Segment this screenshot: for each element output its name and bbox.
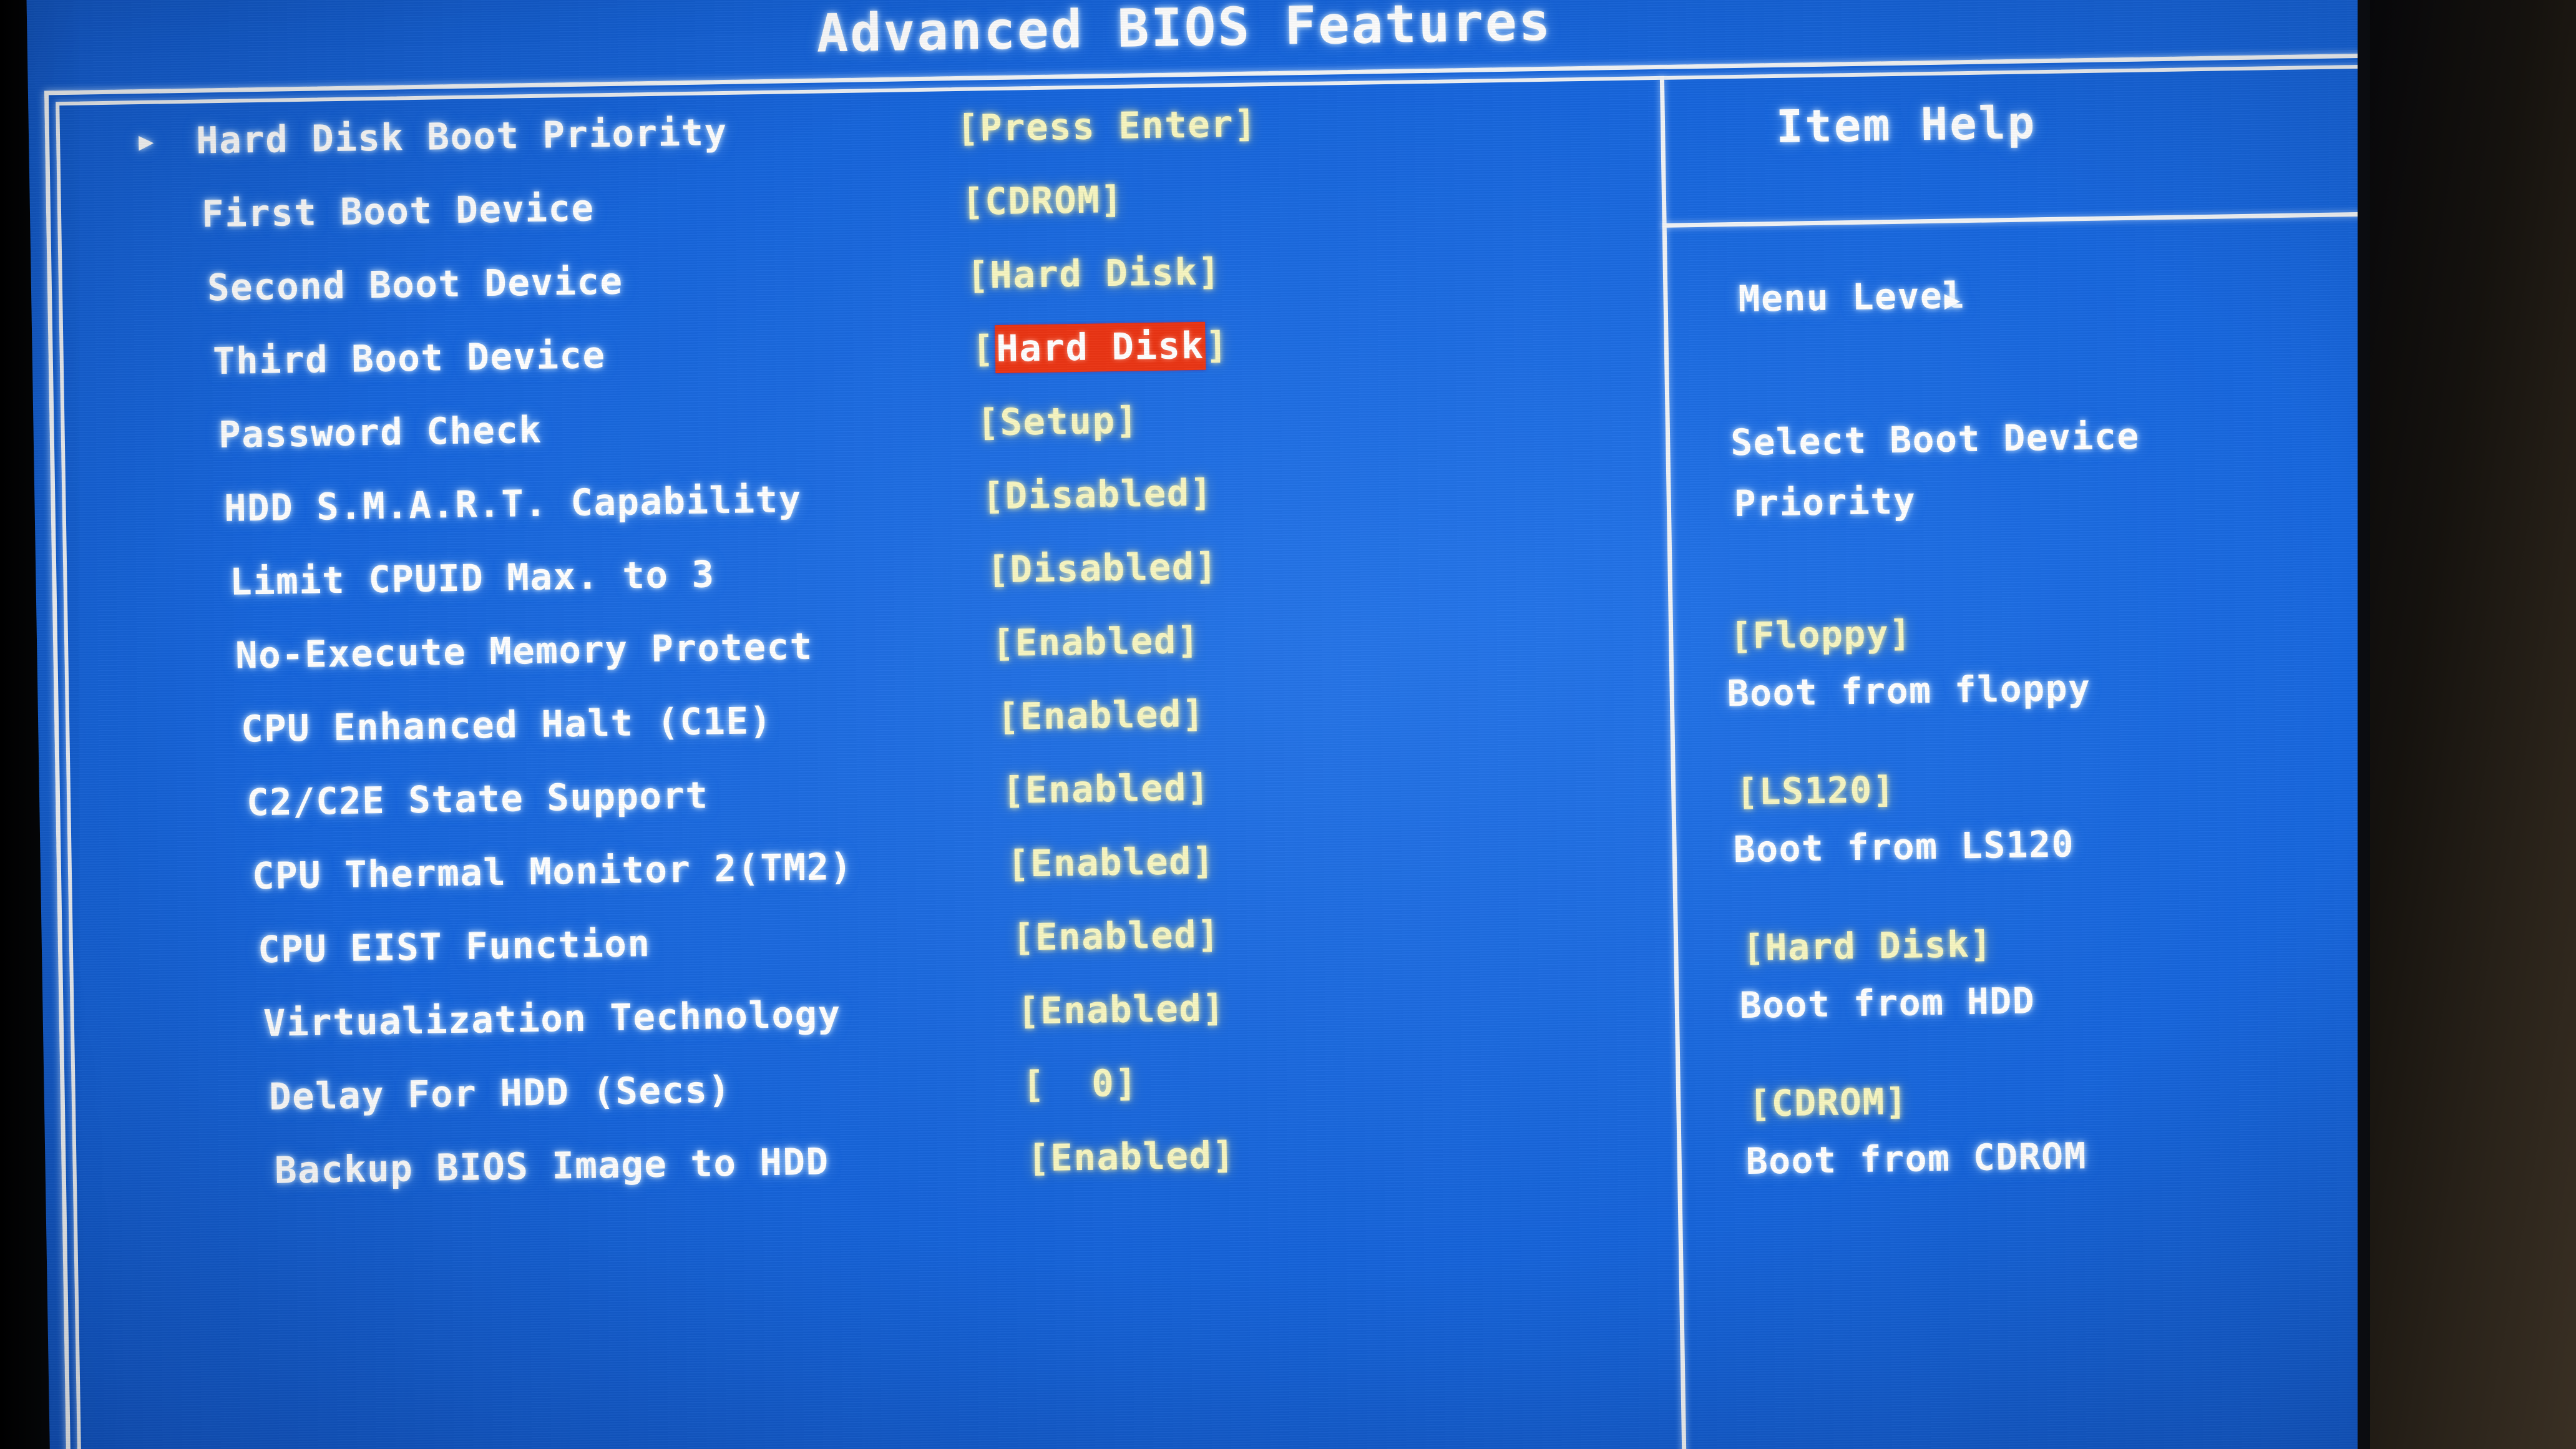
help-option-desc: Boot from HDD [1739, 979, 2036, 1027]
menu-level-label: Menu Level [1738, 274, 1966, 320]
help-option-key: [Hard Disk] [1742, 922, 1993, 969]
setting-value[interactable]: [Enabled] [1007, 839, 1215, 886]
settings-row[interactable]: Password Check [Setup] [33, 393, 1656, 468]
setting-label: Second Boot Device [207, 259, 624, 310]
setting-label: Password Check [218, 407, 542, 457]
setting-label: First Boot Device [201, 186, 595, 236]
setting-value[interactable]: [Hard Disk] [967, 250, 1221, 297]
setting-label: Delay For HDD (Secs) [268, 1068, 731, 1118]
help-description-line: Priority [1734, 479, 1916, 525]
setting-label: Virtualization Technology [263, 992, 842, 1045]
settings-row[interactable]: ▶ Hard Disk Boot Priority [Press Enter] [29, 99, 1652, 173]
settings-row[interactable]: Delay For HDD (Secs) [ 0] [44, 1056, 1667, 1131]
setting-value[interactable]: [Enabled] [1002, 766, 1210, 812]
setting-label: HDD S.M.A.R.T. Capability [223, 477, 803, 530]
help-option-desc: Boot from floppy [1727, 666, 2091, 715]
submenu-arrow-icon: ▶ [138, 127, 154, 157]
setting-label: CPU EIST Function [257, 922, 651, 972]
settings-row[interactable]: CPU EIST Function [Enabled] [42, 909, 1665, 983]
help-description-line: Select Boot Device [1730, 414, 2140, 464]
menu-level-arrow-icon: ▶ [1944, 284, 1961, 315]
help-option-key: [CDROM] [1748, 1080, 1908, 1125]
setting-value[interactable]: [Press Enter] [956, 102, 1257, 150]
setting-value-selected[interactable]: [Hard Disk] [972, 321, 1229, 374]
setting-label: Limit CPUID Max. to 3 [229, 552, 716, 603]
selection-highlight[interactable]: Hard Disk [994, 321, 1206, 374]
setting-label: Backup BIOS Image to HDD [274, 1139, 830, 1192]
setting-value[interactable]: [Enabled] [1017, 986, 1226, 1032]
settings-row[interactable]: CPU Enhanced Halt (C1E) [Enabled] [38, 688, 1661, 763]
help-option-desc: Boot from LS120 [1733, 822, 2075, 871]
setting-value[interactable]: [Enabled] [992, 618, 1200, 665]
setting-label: No-Execute Memory Protect [235, 624, 814, 677]
settings-row[interactable]: Second Boot Device [Hard Disk] [31, 246, 1654, 321]
bios-photo: Advanced BIOS Features ▶ Hard Disk Boot P… [0, 0, 2576, 1449]
setting-value[interactable]: [CDROM] [962, 178, 1124, 223]
settings-row[interactable]: Backup BIOS Image to HDD [Enabled] [45, 1129, 1668, 1204]
setting-value[interactable]: [Setup] [977, 398, 1139, 444]
settings-row[interactable]: Virtualization Technology [Enabled] [42, 982, 1666, 1057]
settings-menu: ▶ Hard Disk Boot Priority [Press Enter] Fir… [26, 0, 1672, 1449]
help-option-key: [Floppy] [1729, 612, 1913, 658]
settings-row[interactable]: HDD S.M.A.R.T. Capability [Disabled] [34, 467, 1657, 542]
settings-row[interactable]: Limit CPUID Max. to 3 [Disabled] [36, 540, 1659, 615]
setting-label: CPU Enhanced Halt (C1E) [240, 698, 773, 751]
settings-row[interactable]: No-Execute Memory Protect [Enabled] [37, 614, 1660, 689]
setting-value[interactable]: [Enabled] [1027, 1133, 1236, 1179]
bios-screen: Advanced BIOS Features ▶ Hard Disk Boot P… [26, 0, 2522, 1449]
settings-row[interactable]: Third Boot Device [Hard Disk] [32, 320, 1655, 394]
setting-value[interactable]: [Disabled] [987, 544, 1218, 591]
setting-value[interactable]: [Enabled] [1012, 912, 1220, 959]
setting-label: C2/C2E State Support [246, 773, 710, 824]
setting-value[interactable]: [Disabled] [982, 471, 1213, 518]
settings-row[interactable]: CPU Thermal Monitor 2(TM2) [Enabled] [41, 835, 1664, 910]
help-option-key: [LS120] [1735, 768, 1896, 814]
item-help-panel: Item Help Menu Level ▶ Select Boot Device P… [1660, 64, 2478, 1449]
setting-label: Hard Disk Boot Priority [195, 110, 728, 162]
setting-label: CPU Thermal Monitor 2(TM2) [251, 844, 854, 898]
item-help-title: Item Help [1775, 96, 2037, 153]
setting-value[interactable]: [ 0] [1022, 1061, 1138, 1106]
help-option-desc: Boot from CDROM [1745, 1134, 2087, 1183]
setting-label: Third Boot Device [212, 333, 606, 383]
settings-row[interactable]: C2/C2E State Support [Enabled] [39, 761, 1662, 836]
setting-value[interactable]: [Enabled] [997, 692, 1205, 738]
settings-row[interactable]: First Boot Device [CDROM] [30, 172, 1653, 247]
monitor-bezel-right [2370, 0, 2576, 1449]
